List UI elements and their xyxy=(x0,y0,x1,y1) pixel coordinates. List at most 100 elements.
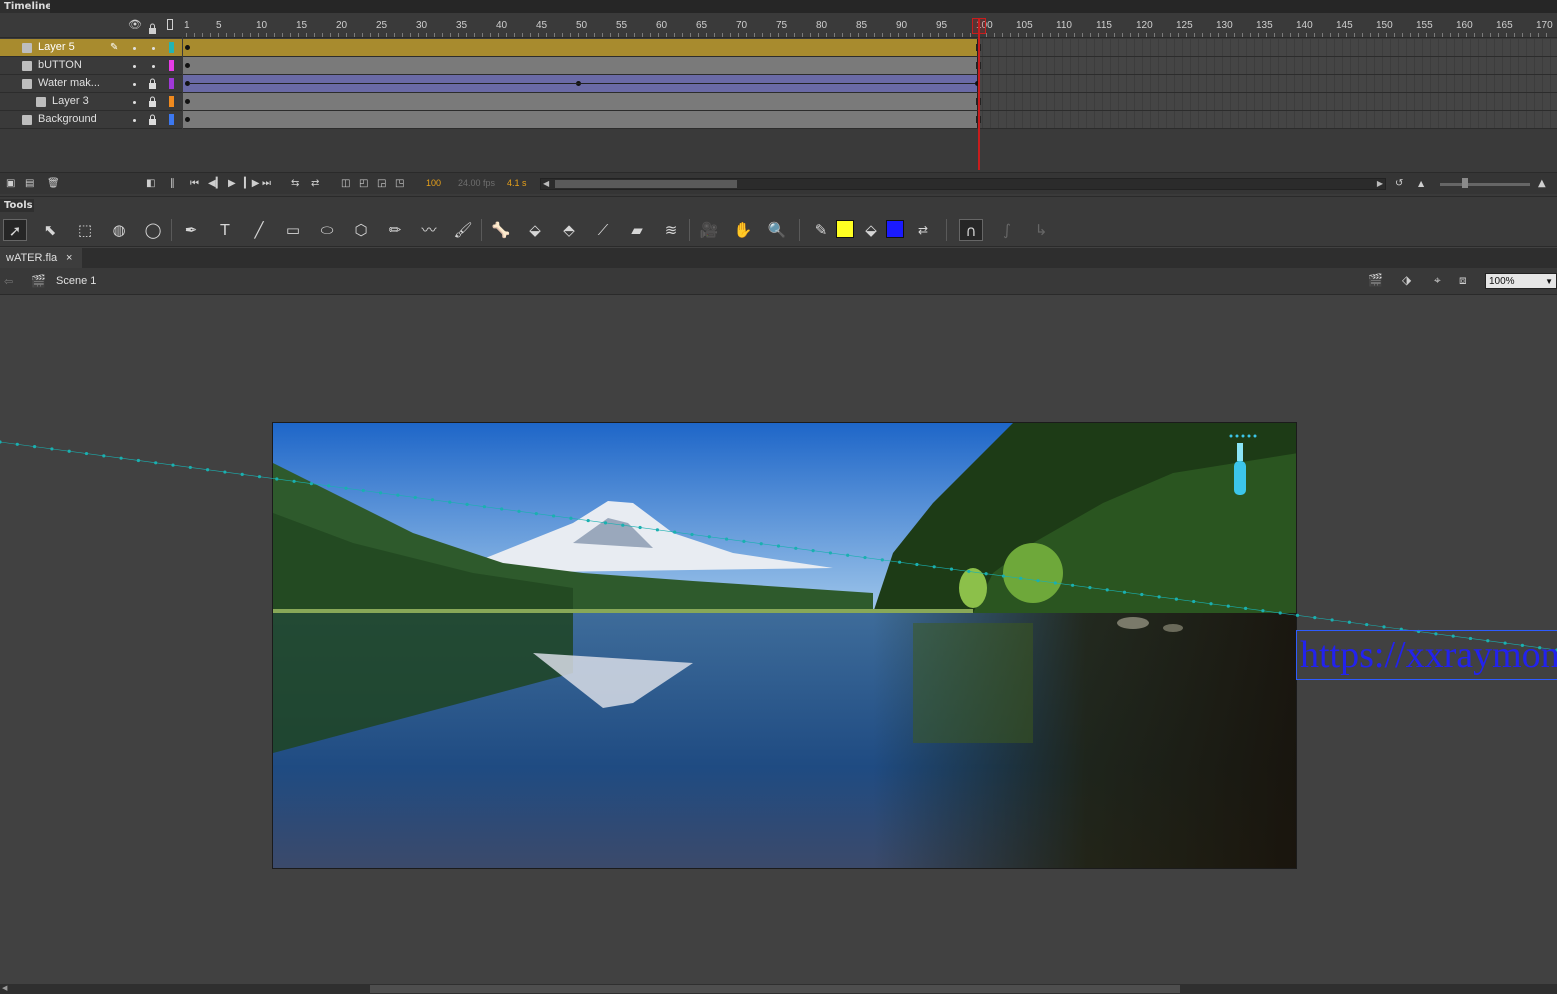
layer-row[interactable]: Background xyxy=(0,111,182,129)
scroll-right-icon[interactable]: ▶ xyxy=(1377,179,1383,188)
scroll-left-icon[interactable]: ◀ xyxy=(2,984,7,992)
frame-span[interactable] xyxy=(183,93,978,110)
eraser-tool-icon[interactable]: ▰ xyxy=(625,219,649,241)
eye-icon[interactable]: 👁 xyxy=(128,18,142,31)
layer-row[interactable]: Water mak... xyxy=(0,75,182,93)
3d-rotation-tool-icon[interactable]: ◍ xyxy=(107,219,131,241)
zoom-dropdown[interactable]: 100% ▼ xyxy=(1485,273,1557,289)
scroll-left-icon[interactable]: ◀ xyxy=(543,179,549,188)
keyframe[interactable] xyxy=(185,45,190,50)
line-tool-icon[interactable]: ╱ xyxy=(247,219,271,241)
frame-span[interactable] xyxy=(183,39,978,56)
frame-rate[interactable]: 24.00 fps xyxy=(458,178,495,188)
onion-markers-icon[interactable]: ◳ xyxy=(395,178,404,190)
lock-icon[interactable] xyxy=(148,114,157,125)
step-forward-icon[interactable]: ▎▶ xyxy=(244,178,259,190)
timeline-scroll-thumb[interactable] xyxy=(555,180,737,188)
zoom-in-icon[interactable]: ▲ xyxy=(1538,178,1546,190)
layer-row[interactable]: bUTTON xyxy=(0,57,182,75)
frame-row[interactable] xyxy=(183,75,1557,93)
edit-multiple-icon[interactable]: ◲ xyxy=(377,178,386,190)
frame-row[interactable] xyxy=(183,111,1557,129)
camera-tool-icon[interactable]: 🎥 xyxy=(697,219,721,241)
layer-row[interactable]: Layer 5 ✎ xyxy=(0,39,182,57)
paint-brush-tool-icon[interactable]: 🖌 xyxy=(451,219,475,241)
fill-color-swatch[interactable] xyxy=(886,220,904,238)
visibility-dot[interactable] xyxy=(133,119,136,122)
stage-scroll-thumb[interactable] xyxy=(370,985,1180,993)
visibility-dot[interactable] xyxy=(133,83,136,86)
pencil-tool-icon[interactable]: ✏ xyxy=(383,219,407,241)
frame-row[interactable] xyxy=(183,57,1557,75)
zoom-out-icon[interactable]: ▲ xyxy=(1418,178,1424,190)
edit-scene-icon[interactable]: 🎬 xyxy=(1368,273,1383,287)
step-back-icon[interactable]: ◀▎ xyxy=(208,178,223,190)
fill-color-icon[interactable]: ⬙ xyxy=(859,219,883,241)
layer-color-swatch[interactable] xyxy=(169,42,174,53)
free-transform-tool-icon[interactable]: ⬚ xyxy=(73,219,97,241)
onion-outline-icon[interactable]: ◰ xyxy=(359,178,368,190)
elapsed-time[interactable]: 4.1 s xyxy=(507,178,527,188)
stage-area[interactable]: https://xxraymon xyxy=(0,296,1557,984)
stage-horizontal-scrollbar[interactable]: ◀ xyxy=(0,984,1557,994)
stroke-color-icon[interactable]: ✎ xyxy=(809,219,833,241)
camera-icon[interactable]: ◧ xyxy=(146,178,155,190)
last-frame-icon[interactable]: ⏭ xyxy=(262,178,271,190)
scene-label[interactable]: Scene 1 xyxy=(56,275,96,287)
swap-colors-icon[interactable]: ⇄ xyxy=(911,219,935,241)
document-tab[interactable]: wATER.fla × xyxy=(0,248,82,268)
layer-color-swatch[interactable] xyxy=(169,60,174,71)
frame-span[interactable] xyxy=(183,57,978,74)
polystar-tool-icon[interactable]: ⬡ xyxy=(349,219,373,241)
visibility-dot[interactable] xyxy=(133,101,136,104)
keyframe[interactable] xyxy=(185,99,190,104)
play-icon[interactable]: ▶ xyxy=(228,178,236,190)
frame-row[interactable] xyxy=(183,93,1557,111)
layer-name[interactable]: Layer 5 xyxy=(38,39,75,56)
snap-to-objects-icon[interactable]: ∩ xyxy=(959,219,983,241)
close-icon[interactable]: × xyxy=(66,248,72,268)
first-frame-icon[interactable]: ⏮ xyxy=(190,178,199,190)
eyedropper-tool-icon[interactable]: ⟋ xyxy=(591,219,615,241)
stroke-color-swatch[interactable] xyxy=(836,220,854,238)
zoom-slider-handle[interactable] xyxy=(1462,178,1468,188)
timeline-scrollbar[interactable]: ◀ ▶ xyxy=(540,178,1386,190)
brush-tool-icon[interactable]: 〰 xyxy=(417,219,441,241)
layer-color-swatch[interactable] xyxy=(169,96,174,107)
layer-color-swatch[interactable] xyxy=(169,114,174,125)
selection-tool-icon[interactable]: ➚ xyxy=(3,219,27,241)
visibility-dot[interactable] xyxy=(133,65,136,68)
loop-icon[interactable]: ⇆ xyxy=(291,178,299,190)
delete-layer-icon[interactable]: 🗑 xyxy=(47,178,60,190)
zoom-tool-icon[interactable]: 🔍 xyxy=(765,219,789,241)
new-layer-icon[interactable]: ▣ xyxy=(6,178,15,190)
paint-bucket-tool-icon[interactable]: ⬙ xyxy=(523,219,547,241)
timeline-zoom-slider[interactable] xyxy=(1440,178,1530,188)
layer-row[interactable]: Layer 3 xyxy=(0,93,182,111)
playhead-handle[interactable] xyxy=(972,18,986,34)
lock-dot[interactable] xyxy=(152,47,155,50)
url-text-field[interactable]: https://xxraymon xyxy=(1296,630,1557,680)
clip-stage-icon[interactable]: ⧈ xyxy=(1459,273,1467,288)
edit-symbols-icon[interactable]: ⬗ xyxy=(1402,273,1411,287)
bone-tool-icon[interactable]: 🦴 xyxy=(489,219,513,241)
lock-icon[interactable] xyxy=(148,96,157,107)
hand-tool-icon[interactable]: ✋ xyxy=(731,219,755,241)
outline-all-icon[interactable] xyxy=(167,19,173,30)
playhead[interactable] xyxy=(978,18,980,170)
lock-dot[interactable] xyxy=(152,65,155,68)
current-frame[interactable]: 100 xyxy=(426,178,441,188)
new-folder-icon[interactable]: ▤ xyxy=(25,178,34,190)
oval-tool-icon[interactable]: ⬭ xyxy=(315,219,339,241)
pen-tool-icon[interactable]: ✒ xyxy=(179,219,203,241)
keyframe[interactable] xyxy=(185,117,190,122)
text-tool-icon[interactable]: T xyxy=(213,219,237,241)
layer-name[interactable]: Background xyxy=(38,111,97,128)
width-tool-icon[interactable]: ≋ xyxy=(659,219,683,241)
frame-span[interactable] xyxy=(183,111,978,128)
keyframe[interactable] xyxy=(185,63,190,68)
timeline-tab[interactable]: Timeline xyxy=(0,0,52,13)
tools-tab[interactable]: Tools xyxy=(0,199,34,212)
layer-name[interactable]: bUTTON xyxy=(38,57,82,74)
center-stage-icon[interactable]: ⌖ xyxy=(1434,273,1441,288)
